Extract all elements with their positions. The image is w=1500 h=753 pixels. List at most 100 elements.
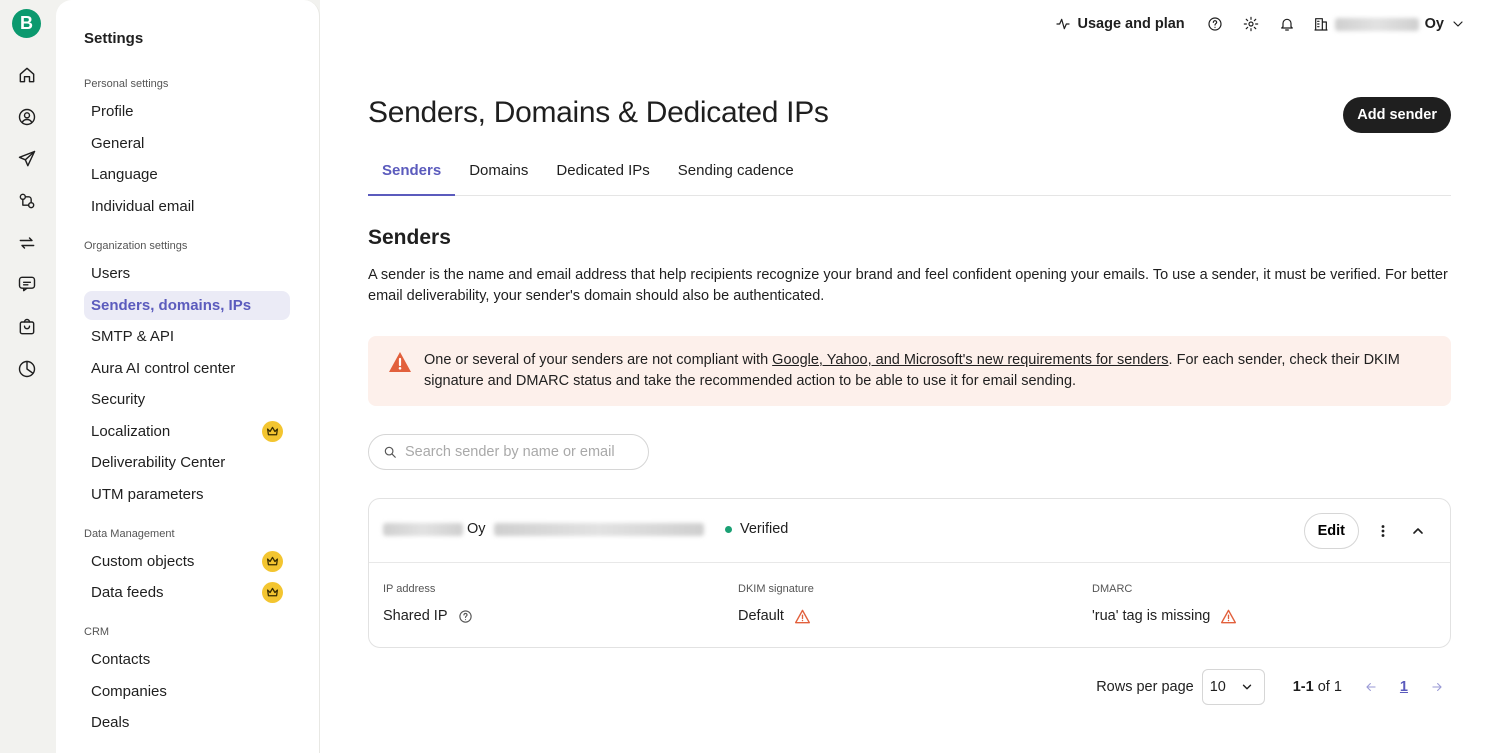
page-title: Senders, Domains & Dedicated IPs (368, 96, 829, 129)
sidebar-item-utm-parameters[interactable]: UTM parameters (84, 480, 290, 509)
sender-identity: Oy (383, 521, 704, 537)
home-icon[interactable] (16, 64, 38, 86)
warning-icon[interactable] (794, 609, 811, 624)
search-input[interactable] (405, 444, 635, 460)
tab-domains[interactable]: Domains (455, 152, 542, 196)
sidebar-item-deals[interactable]: Deals (84, 708, 290, 737)
dmarc-label: DMARC (1092, 583, 1133, 595)
sidebar-item-smtp-api[interactable]: SMTP & API (84, 322, 290, 351)
dmarc-column: DMARC 'rua' tag is missing (1092, 583, 1237, 624)
status-badge: Verified (725, 521, 788, 537)
redacted-org-name (1334, 17, 1419, 31)
sidebar-item-security[interactable]: Security (84, 385, 290, 414)
tab-senders[interactable]: Senders (368, 152, 456, 196)
tab-bar: Senders Domains Dedicated IPs Sending ca… (368, 152, 1451, 196)
sender-card: Oy Verified Edit IP address Shared IP DK… (368, 498, 1451, 648)
campaigns-icon[interactable] (16, 148, 38, 170)
section-title: Senders (368, 226, 451, 249)
sidebar-item-general[interactable]: General (84, 129, 290, 158)
sidebar-item-language[interactable]: Language (84, 160, 290, 189)
status-label: Verified (740, 521, 789, 537)
bell-icon[interactable] (1277, 14, 1297, 34)
requirements-link[interactable]: Google, Yahoo, and Microsoft's new requi… (772, 352, 1168, 368)
section-crm: CRM (84, 626, 110, 638)
ip-address-column: IP address Shared IP (383, 583, 473, 624)
warning-icon (389, 352, 411, 372)
pagination: Rows per page 10 1-1 of 1 1 (1096, 669, 1444, 705)
verified-dot-icon (725, 525, 732, 533)
collapse-chevron-up-icon[interactable] (1408, 521, 1428, 541)
dkim-column: DKIM signature Default (738, 583, 814, 624)
alert-text: One or several of your senders are not c… (424, 352, 1400, 389)
redacted-sender-email (493, 522, 704, 536)
main-content: Usage and plan Oy Senders, Domains & Ded… (320, 0, 1500, 753)
sidebar-item-custom-objects[interactable]: Custom objects (84, 547, 290, 576)
app-rail: B (0, 0, 56, 753)
section-personal-settings: Personal settings (84, 78, 169, 90)
brevo-logo[interactable]: B (12, 9, 41, 38)
dkim-label: DKIM signature (738, 583, 814, 595)
sidebar-item-senders-domains-ips[interactable]: Senders, domains, IPs (84, 291, 290, 320)
top-bar: Usage and plan Oy (1055, 12, 1466, 36)
arrow-right-icon[interactable] (1430, 680, 1444, 694)
sidebar-item-contacts[interactable]: Contacts (84, 645, 290, 674)
sales-icon[interactable] (16, 316, 38, 338)
usage-and-plan-link[interactable]: Usage and plan (1055, 16, 1185, 32)
crown-icon (262, 421, 283, 442)
org-name-suffix: Oy (1424, 16, 1444, 32)
conversations-icon[interactable] (16, 273, 38, 295)
activity-icon (1056, 18, 1071, 30)
reports-icon[interactable] (16, 358, 38, 380)
help-icon[interactable] (458, 609, 473, 624)
warning-icon[interactable] (1220, 609, 1237, 624)
building-icon (1314, 18, 1328, 31)
sidebar-item-companies[interactable]: Companies (84, 677, 290, 706)
crown-icon (262, 582, 283, 603)
page-number-1[interactable]: 1 (1400, 679, 1408, 695)
rows-per-page-value: 10 (1209, 679, 1226, 695)
rows-per-page-label: Rows per page (1096, 679, 1194, 695)
search-icon (384, 446, 396, 458)
crown-icon (262, 551, 283, 572)
rows-per-page-select[interactable]: 10 (1201, 669, 1265, 705)
compliance-alert: One or several of your senders are not c… (368, 336, 1451, 406)
section-organization-settings: Organization settings (84, 240, 188, 252)
section-description: A sender is the name and email address t… (368, 267, 1448, 304)
tab-dedicated-ips[interactable]: Dedicated IPs (542, 152, 663, 196)
sidebar-item-deliverability-center[interactable]: Deliverability Center (84, 448, 290, 477)
sidebar-item-label: Data feeds (91, 584, 164, 601)
dmarc-value: 'rua' tag is missing (1092, 608, 1211, 624)
automations-icon[interactable] (16, 190, 38, 212)
tab-sending-cadence[interactable]: Sending cadence (664, 152, 808, 196)
sender-name-suffix: Oy (467, 521, 486, 537)
ip-address-label: IP address (383, 583, 436, 595)
ip-address-value: Shared IP (383, 608, 448, 624)
sidebar-item-data-feeds[interactable]: Data feeds (84, 578, 290, 607)
organization-switcher[interactable]: Oy (1313, 16, 1466, 32)
sidebar-title: Settings (84, 30, 144, 47)
page-range: 1-1 of 1 (1292, 679, 1342, 695)
edit-sender-button[interactable]: Edit (1303, 513, 1359, 549)
chevron-down-icon (1453, 21, 1463, 27)
add-sender-button[interactable]: Add sender (1343, 97, 1451, 133)
arrow-left-icon[interactable] (1364, 680, 1378, 694)
search-box (368, 434, 649, 470)
gear-icon[interactable] (1241, 14, 1261, 34)
sidebar-item-profile[interactable]: Profile (84, 97, 290, 126)
sidebar-item-localization[interactable]: Localization (84, 417, 290, 446)
sender-card-header: Oy Verified Edit (369, 499, 1450, 563)
settings-sidebar: Settings Personal settings Profile Gener… (56, 0, 320, 753)
redacted-sender-name (383, 522, 463, 536)
sidebar-item-label: Localization (91, 423, 171, 440)
section-data-management: Data Management (84, 528, 175, 540)
contacts-icon[interactable] (16, 106, 38, 128)
help-icon[interactable] (1205, 14, 1225, 34)
chevron-down-icon (1242, 684, 1251, 690)
dkim-value: Default (738, 608, 784, 624)
sidebar-item-label: Custom objects (91, 553, 195, 570)
sidebar-item-individual-email[interactable]: Individual email (84, 192, 290, 221)
more-options-icon[interactable] (1373, 521, 1393, 541)
sidebar-item-users[interactable]: Users (84, 259, 290, 288)
sidebar-item-aura-ai[interactable]: Aura AI control center (84, 354, 290, 383)
transactional-icon[interactable] (16, 232, 38, 254)
